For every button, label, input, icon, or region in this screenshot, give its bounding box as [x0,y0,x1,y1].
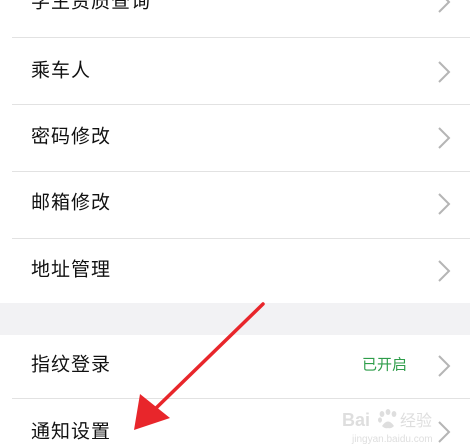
settings-item-change-email[interactable]: 邮箱修改 [0,172,470,238]
settings-item-label: 学生资质查询 [31,0,152,13]
section-separator [0,303,470,335]
settings-item-student-qualification[interactable]: 学生资质查询 [0,0,470,37]
chevron-right-icon [438,260,451,282]
settings-item-label: 通知设置 [31,420,112,443]
chevron-right-icon [438,421,451,443]
settings-item-fingerprint-login[interactable]: 指纹登录 已开启 [0,335,470,398]
settings-item-label: 指纹登录 [31,353,112,376]
settings-item-address-management[interactable]: 地址管理 [0,239,470,303]
chevron-right-icon [438,0,451,13]
settings-item-label: 乘车人 [31,59,92,82]
status-text: 已开启 [361,355,407,374]
chevron-right-icon [438,193,451,215]
settings-item-passengers[interactable]: 乘车人 [0,38,470,104]
settings-item-label: 密码修改 [31,125,112,148]
chevron-right-icon [438,127,451,149]
settings-item-label: 地址管理 [31,258,112,281]
settings-screen: 学生资质查询 乘车人 密码修改 邮箱修改 地址管理 指纹登录 已开启 通知设置 … [0,0,470,448]
chevron-right-icon [438,355,451,377]
chevron-right-icon [438,61,451,83]
settings-item-notification-settings[interactable]: 通知设置 [0,399,470,448]
settings-item-label: 邮箱修改 [31,191,112,214]
settings-item-change-password[interactable]: 密码修改 [0,105,470,171]
